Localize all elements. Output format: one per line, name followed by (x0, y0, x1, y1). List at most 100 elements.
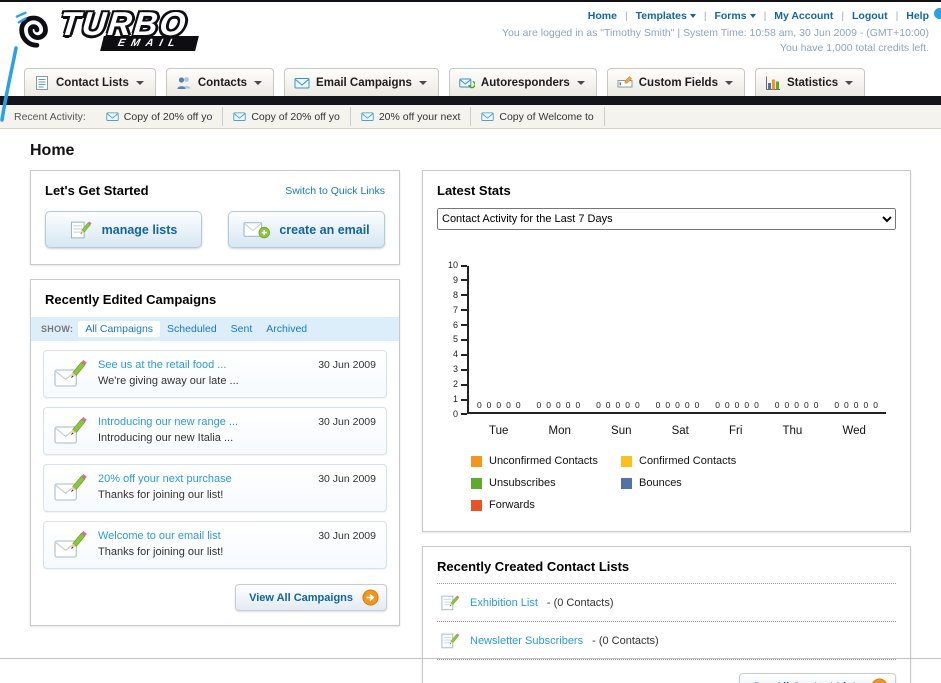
logo-swirl-icon (12, 8, 58, 50)
manage-lists-button[interactable]: manage lists (45, 211, 202, 248)
contact-list-link[interactable]: Exhibition List (470, 597, 538, 609)
campaign-subtitle: Thanks for joining our list! (98, 489, 224, 501)
filter-tab-sent[interactable]: Sent (224, 321, 260, 337)
nav-tab-label: Email Campaigns (316, 77, 412, 89)
chevron-down-icon (135, 81, 144, 85)
filter-tab-scheduled[interactable]: Scheduled (160, 321, 224, 337)
chart-x-label: Wed (842, 425, 866, 437)
page-title: Home (30, 142, 75, 159)
campaign-row[interactable]: Welcome to our email list Thanks for joi… (43, 521, 387, 569)
nav-tab-label: Statistics (786, 77, 839, 89)
legend-item: Confirmed Contacts (621, 455, 771, 467)
campaign-title-link[interactable]: 20% off your next purchase (98, 473, 232, 485)
login-info: You are logged in as "Timothy Smith" | S… (502, 27, 929, 39)
legend-item: Unconfirmed Contacts (471, 455, 621, 467)
logo-primary: TURBO (58, 5, 190, 42)
contact-list-link[interactable]: Newsletter Subscribers (470, 635, 583, 647)
campaign-title-link[interactable]: Introducing our new range ... (98, 416, 238, 428)
chart-value-label: 0 (665, 400, 671, 410)
chart-plot-area: 00000000000000000000000000000000000 (467, 266, 886, 414)
chart-y-tick: 10 (448, 261, 467, 270)
chart-value-label: 0 (486, 400, 492, 410)
nav-tab-custom-fields[interactable]: Custom Fields (606, 68, 745, 96)
campaign-title-link[interactable]: See us at the retail food ... (98, 359, 239, 371)
chevron-down-icon (418, 81, 427, 85)
chart-value-group: 00000 (477, 400, 521, 410)
contact-list-item[interactable]: Exhibition List - (0 Contacts) (437, 584, 896, 622)
get-started-title: Let's Get Started (45, 183, 149, 198)
nav-tab-label: Autoresponders (480, 77, 570, 89)
chevron-down-icon (845, 81, 854, 85)
recent-campaigns-panel: Recently Edited Campaigns SHOW: All Camp… (30, 279, 400, 626)
envelope-pencil-icon (53, 529, 89, 561)
recent-contact-lists-panel: Recently Created Contact Lists Exhibitio… (422, 546, 911, 683)
top-link-help[interactable]: Help (906, 10, 929, 22)
legend-swatch (621, 477, 632, 489)
chevron-down-icon (576, 81, 585, 85)
campaign-row[interactable]: 20% off your next purchase Thanks for jo… (43, 464, 387, 512)
chart-x-label: Sun (611, 425, 632, 437)
chart-value-label: 0 (784, 400, 790, 410)
filter-tab-archived[interactable]: Archived (259, 321, 314, 337)
left-column: Let's Get Started Switch to Quick Links … (30, 170, 400, 626)
top-link-logout[interactable]: Logout (852, 10, 888, 22)
top-link-home[interactable]: Home (588, 10, 617, 22)
campaign-title-link[interactable]: Welcome to our email list (98, 530, 223, 542)
chart-legend: Unconfirmed Contacts Confirmed Contacts Un… (471, 455, 886, 521)
contact-activity-chart: 10 9 8 7 6 5 4 3 2 1 0 000000000000000000000000000… (437, 230, 896, 521)
top-link-my-account[interactable]: My Account (774, 10, 833, 22)
see-all-contact-lists-button[interactable]: See All Contact Lists (738, 673, 896, 683)
chart-value-group: 00000 (775, 400, 819, 410)
nav-tab-email-campaigns[interactable]: Email Campaigns (284, 68, 439, 96)
email-campaigns-icon (294, 75, 310, 91)
nav-tab-autoresponders[interactable]: Autoresponders (448, 68, 597, 96)
contact-list-item[interactable]: Newsletter Subscribers - (0 Contacts) (437, 622, 896, 660)
view-all-campaigns-button[interactable]: View All Campaigns (235, 584, 387, 611)
recent-activity-item[interactable]: Copy of 20% off yo (223, 107, 351, 126)
chart-x-label: Tue (489, 425, 509, 437)
chart-value-label: 0 (853, 400, 859, 410)
chart-value-group: 00000 (715, 400, 759, 410)
recent-activity-item[interactable]: Copy of 20% off yo (96, 107, 224, 126)
logo-secondary: EMAIL (100, 36, 199, 51)
chart-value-label: 0 (536, 400, 542, 410)
chart-value-label: 0 (844, 400, 849, 410)
campaign-subtitle: Thanks for joining our list! (98, 546, 224, 558)
chart-value-group: 00000 (596, 400, 640, 410)
legend-item: Unsubscribes (471, 477, 621, 489)
top-link-templates[interactable]: Templates (636, 10, 687, 22)
app-window: TURBO EMAIL Home Templates Forms My Acco… (0, 0, 941, 683)
footer-divider (0, 658, 941, 659)
decorative-dot (934, 8, 941, 19)
campaign-row[interactable]: See us at the retail food ... We're givi… (43, 350, 387, 398)
campaign-date: 30 Jun 2009 (318, 473, 376, 485)
top-links: Home Templates Forms My Account Logout H… (502, 10, 929, 22)
nav-tab-label: Contacts (197, 77, 248, 89)
latest-stats-panel: Latest Stats Contact Activity for the La… (422, 170, 911, 532)
legend-label: Bounces (639, 477, 682, 489)
chart-value-label: 0 (813, 400, 819, 410)
chart-y-axis: 10 9 8 7 6 5 4 3 2 1 0 (441, 261, 467, 419)
stats-range-select[interactable]: Contact Activity for the Last 7 Days (437, 208, 896, 230)
campaign-date: 30 Jun 2009 (318, 359, 376, 371)
nav-tab-contact-lists[interactable]: Contact Lists (24, 68, 156, 96)
chart-y-tick: 3 (453, 365, 467, 374)
envelope-pencil-icon (53, 358, 89, 390)
filter-tab-all-campaigns[interactable]: All Campaigns (78, 321, 161, 337)
header-right: Home Templates Forms My Account Logout H… (502, 8, 929, 62)
recent-activity-item[interactable]: 20% off your next (351, 107, 472, 126)
chart-value-label: 0 (774, 400, 780, 410)
create-email-button[interactable]: create an email (228, 211, 385, 248)
content-columns: Let's Get Started Switch to Quick Links … (0, 170, 941, 683)
envelope-pencil-icon (53, 415, 89, 447)
nav-tab-statistics[interactable]: Statistics (754, 68, 866, 96)
legend-swatch (621, 455, 632, 467)
chart-value-label: 0 (694, 400, 700, 410)
nav-tab-label: Contact Lists (56, 77, 129, 89)
campaign-row[interactable]: Introducing our new range ... Introducin… (43, 407, 387, 455)
switch-quick-links-link[interactable]: Switch to Quick Links (285, 185, 385, 197)
top-link-forms[interactable]: Forms (714, 10, 746, 22)
recent-activity-item[interactable]: Copy of Welcome to (471, 107, 605, 126)
nav-tab-contacts[interactable]: Contacts (165, 68, 275, 96)
note-pencil-icon (70, 219, 94, 240)
